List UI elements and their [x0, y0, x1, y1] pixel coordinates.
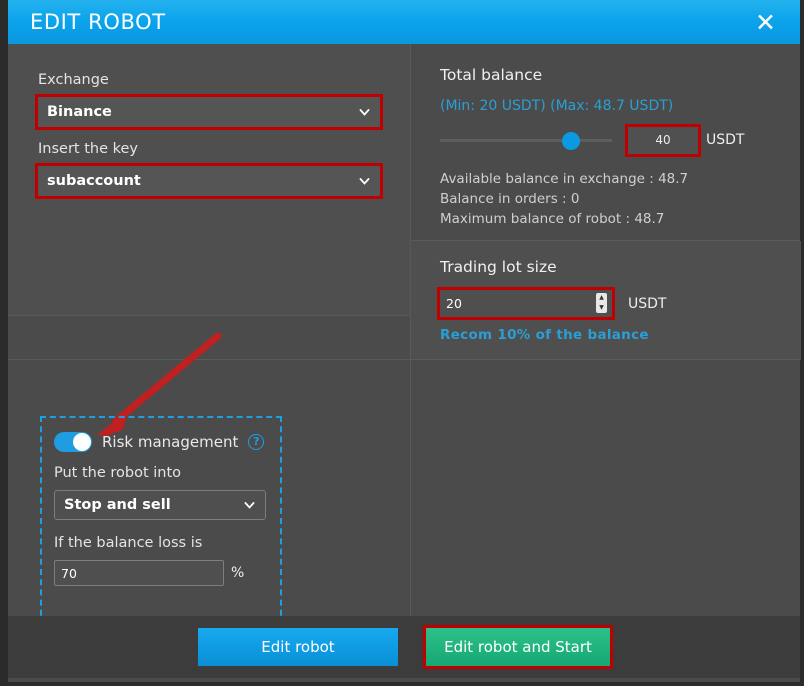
- balance-value-box[interactable]: [625, 123, 701, 157]
- caret-up-icon[interactable]: ▲: [596, 293, 607, 303]
- trading-lot-section: Trading lot size ▲ ▼ USDT Recom 10% of t…: [411, 241, 801, 360]
- page-title: EDIT ROBOT: [30, 10, 166, 34]
- info-balance-in-orders: Balance in orders : 0: [440, 191, 580, 207]
- close-icon[interactable]: ✕: [751, 8, 780, 37]
- trading-lot-title: Trading lot size: [440, 258, 557, 276]
- risk-management-toggle[interactable]: [54, 432, 92, 452]
- trading-lot-input[interactable]: [440, 296, 580, 311]
- key-select-value: subaccount: [47, 173, 141, 189]
- chevron-down-icon: [244, 502, 255, 509]
- percent-unit: %: [231, 565, 245, 581]
- balance-loss-label: If the balance loss is: [54, 535, 203, 551]
- trading-lot-unit: USDT: [628, 295, 667, 312]
- balance-value-input[interactable]: [628, 133, 698, 147]
- exchange-select-value: Binance: [47, 104, 112, 120]
- total-balance-section: Total balance (Min: 20 USDT) (Max: 48.7 …: [411, 44, 801, 240]
- slider-track: [440, 139, 612, 142]
- dialog-header: EDIT ROBOT ✕: [8, 0, 800, 44]
- dialog-footer: Edit robot Edit robot and Start: [8, 616, 800, 678]
- question-mark-icon[interactable]: ?: [248, 434, 265, 450]
- info-max-balance: Maximum balance of robot : 48.7: [440, 211, 665, 227]
- edit-robot-and-start-button[interactable]: Edit robot and Start: [423, 625, 613, 669]
- balance-unit: USDT: [706, 132, 745, 148]
- edit-robot-button[interactable]: Edit robot: [198, 628, 398, 666]
- divider: [411, 359, 800, 360]
- trading-lot-row: ▲ ▼ USDT: [437, 287, 801, 320]
- chevron-down-icon: [359, 109, 370, 116]
- left-column: Exchange Binance Insert the key subaccou…: [8, 44, 410, 626]
- exchange-label: Exchange: [38, 72, 109, 88]
- balance-slider-row: USDT: [440, 123, 801, 157]
- key-select[interactable]: subaccount: [35, 163, 383, 199]
- right-column: Total balance (Min: 20 USDT) (Max: 48.7 …: [410, 44, 801, 616]
- balance-minmax-label: (Min: 20 USDT) (Max: 48.7 USDT): [440, 98, 674, 114]
- robot-action-label: Put the robot into: [54, 465, 182, 481]
- total-balance-title: Total balance: [440, 66, 543, 84]
- key-label: Insert the key: [38, 141, 138, 157]
- chevron-down-icon: [359, 178, 370, 185]
- trading-lot-recommendation: Recom 10% of the balance: [440, 327, 649, 343]
- divider: [8, 359, 410, 360]
- exchange-section: Exchange Binance Insert the key subaccou…: [8, 44, 410, 316]
- toggle-knob: [73, 433, 91, 451]
- info-available-balance: Available balance in exchange : 48.7: [440, 171, 689, 187]
- balance-loss-input[interactable]: [54, 560, 224, 586]
- risk-management-header: Risk management ?: [54, 432, 266, 452]
- number-stepper[interactable]: ▲ ▼: [596, 293, 607, 313]
- dialog-body: Exchange Binance Insert the key subaccou…: [8, 44, 801, 626]
- risk-management-label: Risk management: [102, 433, 239, 451]
- caret-down-icon[interactable]: ▼: [596, 303, 607, 313]
- exchange-select[interactable]: Binance: [35, 94, 383, 130]
- edit-robot-dialog: EDIT ROBOT ✕ Exchange Binance Insert the…: [0, 0, 804, 686]
- balance-slider[interactable]: [440, 125, 612, 155]
- risk-management-box: Risk management ? Put the robot into Sto…: [40, 416, 282, 626]
- robot-action-select[interactable]: Stop and sell: [54, 490, 266, 520]
- slider-thumb[interactable]: [561, 132, 580, 150]
- divider: [8, 315, 410, 316]
- trading-lot-field[interactable]: ▲ ▼: [437, 287, 615, 320]
- balance-loss-row: %: [54, 560, 266, 586]
- robot-action-value: Stop and sell: [64, 497, 171, 513]
